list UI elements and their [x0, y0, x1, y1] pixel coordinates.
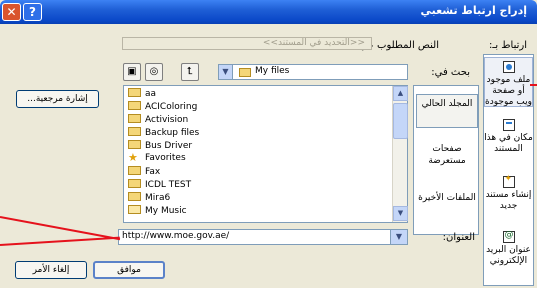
- chevron-down-icon[interactable]: ▼: [390, 230, 407, 244]
- file-name: Bus Driver: [145, 141, 193, 151]
- link-to-place-in-document[interactable]: مكان في هذا المستند: [484, 119, 533, 163]
- folder-icon: [128, 127, 141, 136]
- file-list-scrollbar[interactable]: ▲ ▼: [392, 86, 408, 222]
- text-to-display-field[interactable]: <<التحديد في المستند>>: [122, 37, 372, 50]
- email-icon: [502, 230, 515, 243]
- help-button[interactable]: ?: [23, 3, 42, 21]
- up-folder-icon: ⮤: [187, 66, 193, 77]
- music-folder-icon: [128, 205, 141, 214]
- file-name: aa: [145, 89, 157, 99]
- list-item[interactable]: Activision: [128, 114, 188, 126]
- look-in-label: بحث في:: [431, 67, 470, 78]
- places-pane: المجلد الحالي صفحات مستعرضة الملفات الأخ…: [413, 85, 479, 235]
- chevron-down-icon[interactable]: ▼: [219, 65, 233, 79]
- dialog-title: إدراج ارتباط تشعبي: [420, 4, 527, 17]
- document-place-icon: [502, 119, 515, 131]
- current-folder-tab[interactable]: المجلد الحالي: [416, 94, 478, 128]
- folder-icon: [128, 192, 141, 201]
- browse-file-button[interactable]: ▣: [123, 63, 141, 81]
- new-document-icon: [502, 174, 515, 188]
- file-name: Favorites: [145, 153, 186, 163]
- scroll-up-icon[interactable]: ▲: [393, 86, 408, 101]
- list-item[interactable]: ICDL TEST: [128, 179, 191, 191]
- file-name: ACIColoring: [145, 102, 198, 112]
- browsed-pages-tab[interactable]: صفحات مستعرضة: [416, 140, 478, 174]
- recent-files-tab[interactable]: الملفات الأخيرة: [416, 189, 478, 223]
- search-web-icon: ◎: [149, 66, 159, 77]
- link-to-existing-file[interactable]: ملف موجود أو صفحة ويب موجودة: [484, 57, 533, 107]
- link-to-existing-file-label: ملف موجود أو صفحة ويب موجودة: [485, 75, 532, 107]
- link-to-email-address[interactable]: عنوان البريد الإلكتروني: [484, 230, 533, 275]
- file-list: aa ACIColoring Activision Backup files B…: [123, 85, 408, 223]
- address-label: العنوان:: [442, 232, 475, 243]
- list-item[interactable]: Mira6: [128, 192, 170, 204]
- scroll-down-icon[interactable]: ▼: [393, 206, 408, 221]
- address-input[interactable]: http://www.moe.gov.ae/ ▼: [118, 229, 408, 245]
- close-button[interactable]: ✕: [2, 3, 21, 21]
- link-to-email-label: عنوان البريد الإلكتروني: [486, 245, 531, 266]
- link-to-new-document-label: إنشاء مستند جديد: [485, 190, 532, 211]
- folder-icon: [128, 101, 141, 110]
- list-item[interactable]: aa: [128, 88, 156, 100]
- annotation-arrow: [0, 216, 121, 241]
- link-to-bar: ملف موجود أو صفحة ويب موجودة مكان في هذا…: [483, 54, 534, 286]
- up-one-folder-button[interactable]: ⮤: [181, 63, 199, 81]
- link-to-label: ارتباط بـ:: [489, 40, 527, 51]
- list-item[interactable]: My Music: [128, 205, 187, 217]
- folder-icon: [239, 68, 251, 77]
- link-to-place-label: مكان في هذا المستند: [484, 133, 533, 154]
- address-value: http://www.moe.gov.ae/: [122, 231, 230, 241]
- folder-icon: [128, 179, 141, 188]
- bookmark-button[interactable]: إشارة مرجعية...: [16, 90, 99, 108]
- ok-button[interactable]: موافق: [93, 261, 165, 279]
- list-item[interactable]: Backup files: [128, 127, 199, 139]
- file-name: My Music: [145, 206, 187, 216]
- file-name: Activision: [145, 115, 189, 125]
- folder-icon: [128, 140, 141, 149]
- look-in-value: My files: [255, 66, 290, 76]
- scrollbar-thumb[interactable]: [393, 103, 408, 139]
- file-name: ICDL TEST: [145, 180, 192, 190]
- search-web-button[interactable]: ◎: [145, 63, 163, 81]
- insert-hyperlink-dialog: ✕ ? إدراج ارتباط تشعبي ارتباط بـ: النص ا…: [0, 0, 537, 288]
- folder-icon: [128, 88, 141, 97]
- list-item[interactable]: Fax: [128, 166, 160, 178]
- list-item[interactable]: ACIColoring: [128, 101, 197, 113]
- favorites-star-icon: ★: [128, 151, 138, 164]
- folder-icon: [128, 114, 141, 123]
- folder-icon: [128, 166, 141, 175]
- open-folder-icon: ▣: [127, 66, 137, 77]
- annotation-mark: [530, 84, 537, 86]
- link-to-new-document[interactable]: إنشاء مستند جديد: [484, 174, 533, 220]
- file-name: Backup files: [145, 128, 200, 138]
- web-page-icon: [502, 61, 515, 73]
- look-in-dropdown[interactable]: ▼ My files: [218, 64, 408, 80]
- file-name: Mira6: [145, 193, 171, 203]
- annotation-arrow: [0, 236, 120, 246]
- file-name: Fax: [145, 167, 161, 177]
- list-item[interactable]: ★ Favorites: [128, 151, 186, 165]
- title-bar: ✕ ? إدراج ارتباط تشعبي: [0, 0, 537, 24]
- cancel-button[interactable]: إلغاء الأمر: [15, 261, 87, 279]
